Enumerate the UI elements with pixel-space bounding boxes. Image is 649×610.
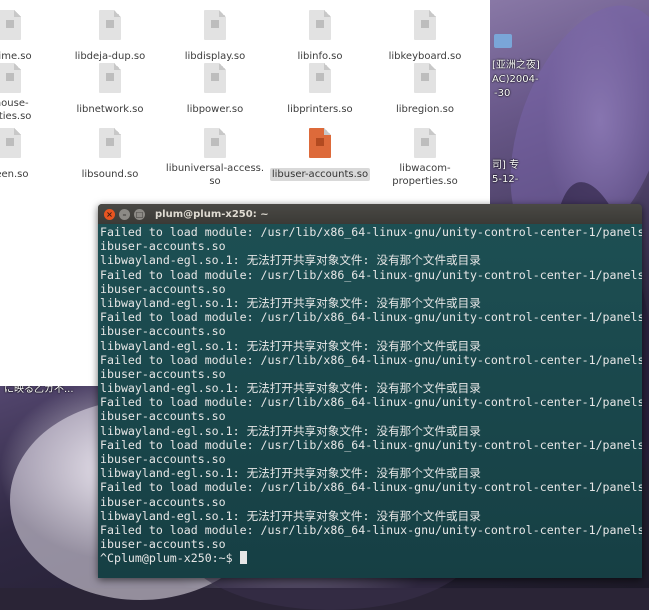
terminal-line: ibuser-accounts.so [100, 537, 226, 552]
file-item[interactable]: libregion.so [370, 53, 480, 116]
terminal-line: Failed to load module: /usr/lib/x86_64-l… [100, 225, 642, 239]
file-name: libprinters.so [287, 104, 353, 115]
terminal-line: ibuser-accounts.so [100, 324, 226, 339]
file-name: libuniversal-access. so [165, 163, 265, 187]
shared-library-file-icon [309, 10, 331, 40]
terminal-line: ibuser-accounts.so [100, 366, 226, 381]
terminal-line: Failed to load module: /usr/lib/x86_64-l… [100, 310, 642, 325]
terminal-line: ibuser-accounts.so [100, 281, 226, 296]
shared-library-file-icon [309, 128, 331, 158]
terminal-line: libwayland-egl.so.1: 无法打开共享对象文件: 没有那个文件或… [100, 381, 481, 396]
file-name: libwacom- properties.so [392, 163, 458, 187]
terminal-title: plum@plum-x250: ~ [155, 208, 269, 220]
maximize-icon[interactable]: □ [134, 208, 145, 220]
file-name: reen.so [0, 169, 29, 180]
file-name: libuser-accounts.so [269, 168, 371, 181]
shared-library-file-icon [204, 63, 226, 93]
file-name: libnetwork.so [76, 104, 144, 115]
desktop-label: -30 [494, 88, 511, 99]
shared-library-file-icon [0, 10, 21, 40]
close-icon[interactable]: × [104, 208, 115, 220]
shared-library-file-icon [0, 63, 21, 93]
terminal-line: libwayland-egl.so.1: 无法打开共享对象文件: 没有那个文件或… [100, 253, 481, 268]
terminal-prompt-line[interactable]: ^Cplum@plum-x250:~$ [100, 551, 642, 565]
terminal-line: Failed to load module: /usr/lib/x86_64-l… [100, 395, 642, 410]
terminal-window[interactable]: × – □ plum@plum-x250: ~ Failed to load m… [98, 204, 642, 578]
desktop-label: AC)2004- [492, 74, 539, 85]
terminal-line: Failed to load module: /usr/lib/x86_64-l… [100, 267, 642, 282]
desktop-label: 司] 专 [492, 160, 520, 171]
file-item-selected[interactable]: libuser-accounts.so [265, 118, 375, 181]
minimize-icon[interactable]: – [119, 208, 130, 220]
terminal-line: libwayland-egl.so.1: 无法打开共享对象文件: 没有那个文件或… [100, 295, 481, 310]
terminal-line: ibuser-accounts.so [100, 409, 226, 424]
shared-library-file-icon [0, 128, 21, 158]
shared-library-file-icon [99, 10, 121, 40]
file-item[interactable]: libwacom- properties.so [370, 118, 480, 188]
desktop-folder-icon[interactable] [494, 34, 512, 48]
shared-library-file-icon [414, 128, 436, 158]
terminal-line: libwayland-egl.so.1: 无法打开共享对象文件: 没有那个文件或… [100, 508, 481, 523]
file-name: libsound.so [81, 169, 139, 180]
terminal-line: ibuser-accounts.so [100, 239, 226, 254]
shared-library-file-icon [309, 63, 331, 93]
terminal-line: ibuser-accounts.so [100, 494, 226, 509]
terminal-line: ibuser-accounts.so [100, 452, 226, 466]
file-item[interactable]: libnetwork.so [55, 53, 165, 116]
shared-library-file-icon [414, 63, 436, 93]
desktop-label: 5-12- [492, 174, 519, 185]
shared-library-file-icon [99, 63, 121, 93]
shared-library-file-icon [414, 10, 436, 40]
terminal-line: Failed to load module: /usr/lib/x86_64-l… [100, 480, 642, 495]
file-name: libpower.so [186, 104, 244, 115]
shared-library-file-icon [99, 128, 121, 158]
terminal-output[interactable]: Failed to load module: /usr/lib/x86_64-l… [98, 224, 642, 578]
terminal-line: libwayland-egl.so.1: 无法打开共享对象文件: 没有那个文件或… [100, 423, 481, 438]
file-name: libregion.so [395, 104, 455, 115]
terminal-line: Failed to load module: /usr/lib/x86_64-l… [100, 437, 642, 452]
terminal-prompt: ^Cplum@plum-x250:~$ [100, 551, 240, 566]
file-item[interactable]: libuniversal-access. so [160, 118, 270, 188]
desktop-label: [亚洲之夜] [492, 60, 540, 71]
terminal-titlebar[interactable]: × – □ plum@plum-x250: ~ [98, 204, 642, 224]
file-item[interactable]: libprinters.so [265, 53, 375, 116]
terminal-line: Failed to load module: /usr/lib/x86_64-l… [100, 522, 642, 537]
terminal-cursor [239, 551, 247, 565]
terminal-line: libwayland-egl.so.1: 无法打开共享对象文件: 没有那个文件或… [100, 466, 481, 481]
terminal-line: libwayland-egl.so.1: 无法打开共享对象文件: 没有那个文件或… [100, 338, 481, 353]
file-item[interactable]: libpower.so [160, 53, 270, 116]
shared-library-file-icon [204, 128, 226, 158]
file-item[interactable]: libsound.so [55, 118, 165, 181]
shared-library-file-icon [204, 10, 226, 40]
terminal-line: Failed to load module: /usr/lib/x86_64-l… [100, 352, 642, 367]
